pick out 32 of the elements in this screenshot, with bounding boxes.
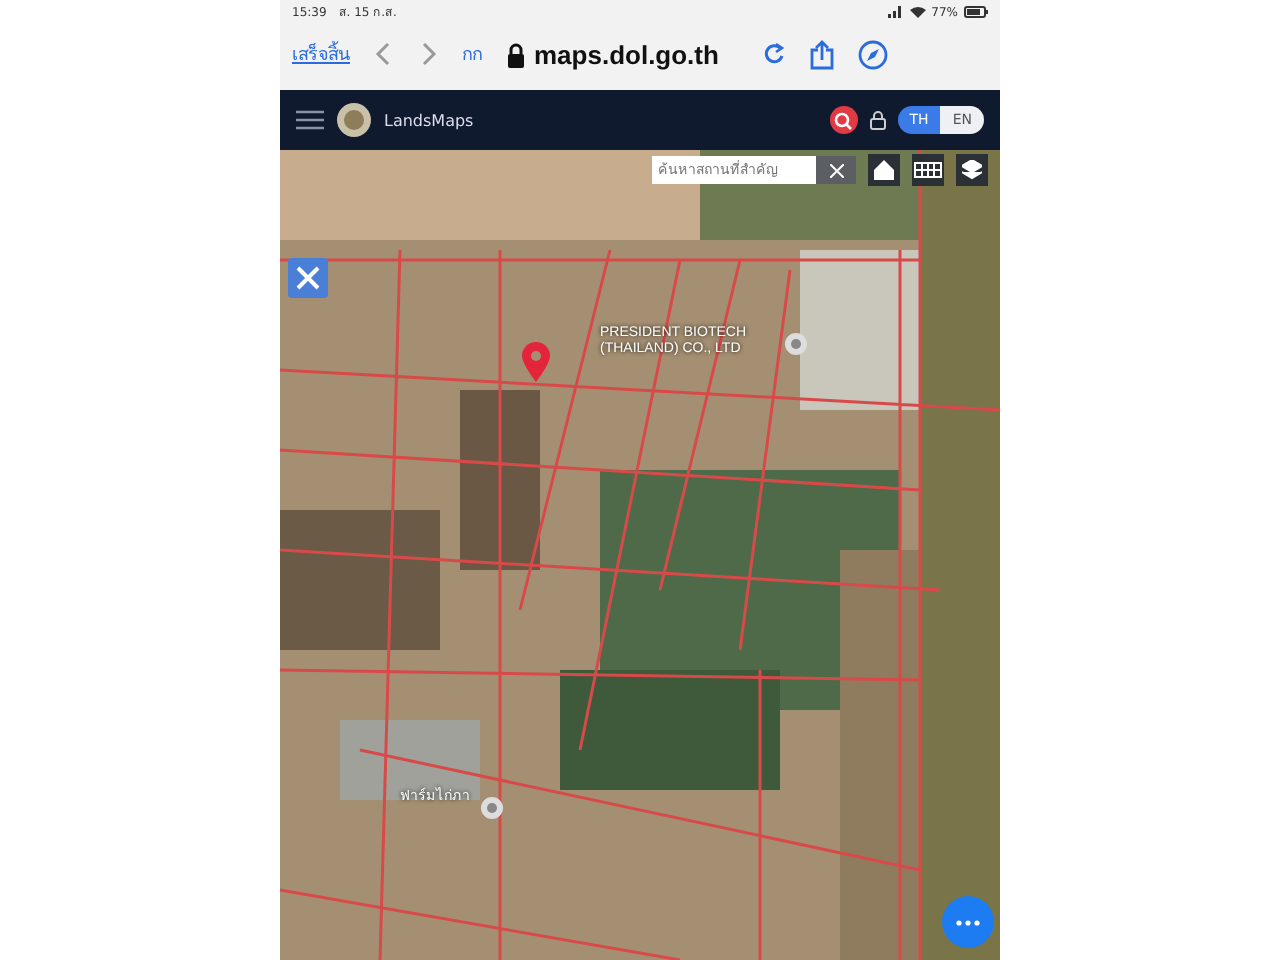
place-marker-icon[interactable] (784, 332, 808, 356)
url-text[interactable]: maps.dol.go.th (534, 39, 719, 69)
battery-icon (964, 6, 988, 18)
lock-icon (506, 41, 526, 67)
more-icon[interactable] (956, 919, 980, 925)
place-marker-icon[interactable] (480, 796, 504, 820)
menu-icon[interactable] (296, 110, 324, 130)
close-button[interactable] (816, 156, 856, 184)
forward-icon[interactable] (418, 40, 438, 68)
back-icon[interactable] (374, 40, 394, 68)
map-pin-icon (522, 342, 550, 382)
close-icon[interactable] (829, 163, 843, 177)
reload-icon[interactable] (762, 42, 787, 66)
search-icon[interactable] (834, 111, 853, 129)
house-icon[interactable] (874, 160, 894, 180)
share-icon[interactable] (810, 39, 835, 69)
crossed-tools-icon[interactable] (296, 266, 320, 290)
done-button[interactable]: เสร็จสิ้น (292, 40, 350, 68)
logo-emblem-icon (336, 102, 372, 138)
app-title: LandsMaps (384, 111, 474, 129)
search-button[interactable] (829, 106, 858, 134)
layers-button[interactable] (956, 154, 988, 186)
grid-icon[interactable] (914, 162, 942, 178)
home-button[interactable] (868, 154, 900, 186)
lock-icon[interactable] (869, 110, 886, 130)
layers-icon[interactable] (962, 160, 982, 180)
compass-icon[interactable] (858, 39, 889, 69)
text-size-button[interactable]: กก (462, 40, 482, 68)
measure-tool-button[interactable] (288, 258, 328, 298)
wifi-icon (909, 6, 926, 18)
grid-button[interactable] (912, 154, 944, 186)
signal-icon (887, 6, 904, 18)
